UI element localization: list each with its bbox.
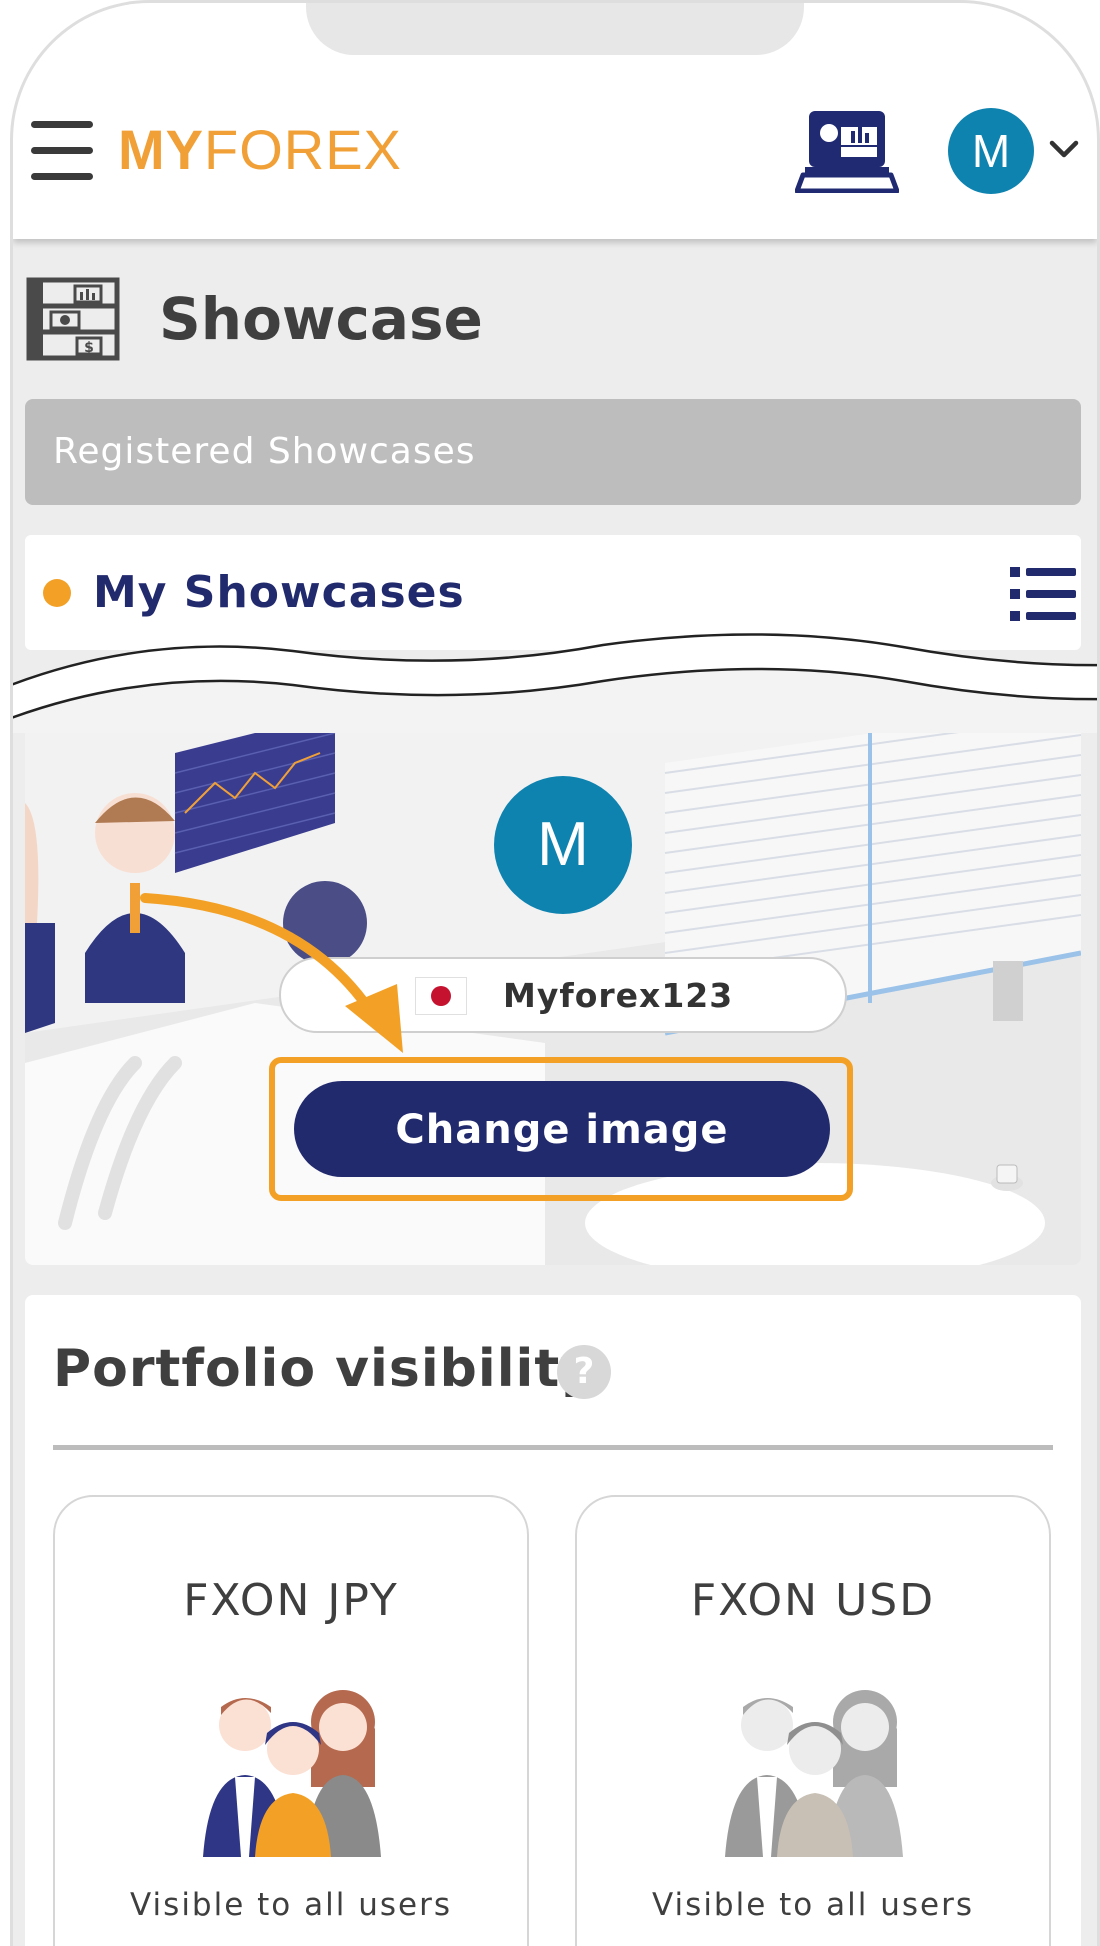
my-showcases-label: My Showcases — [93, 567, 465, 618]
trading-terminal-icon[interactable] — [795, 109, 899, 193]
showcase-shelf-icon: $ — [26, 277, 120, 361]
portfolio-visibility-title: Portfolio visibility — [53, 1339, 596, 1399]
phone-frame: MYFOREX M $ Showcase Registered Showcase… — [10, 0, 1100, 1946]
svg-text:$: $ — [84, 340, 94, 356]
users-group-icon — [203, 1690, 381, 1857]
page-title: Showcase — [159, 285, 483, 353]
help-icon[interactable]: ? — [557, 1345, 611, 1399]
card-title: FXON USD — [690, 1575, 936, 1626]
portfolio-card-fxon-usd[interactable]: FXON USD Visible to all users — [575, 1495, 1051, 1946]
section-divider — [53, 1445, 1053, 1450]
registered-showcases-tab[interactable]: Registered Showcases — [25, 399, 1081, 505]
pointer-arrow-icon — [140, 893, 403, 1053]
username: Myforex123 — [503, 976, 734, 1015]
portfolio-card-fxon-jpy[interactable]: FXON JPY Visible to all users — [53, 1495, 529, 1946]
hamburger-menu-icon[interactable] — [31, 121, 93, 181]
orange-dot-icon — [43, 579, 71, 607]
change-image-button[interactable]: Change image — [294, 1081, 830, 1177]
japan-flag-icon — [415, 977, 467, 1015]
chevron-down-icon[interactable] — [1048, 137, 1080, 161]
profile-avatar[interactable]: M — [494, 776, 632, 914]
list-icon[interactable] — [1010, 565, 1076, 623]
card-title: FXON JPY — [183, 1575, 399, 1626]
card-visibility-text: Visible to all users — [652, 1887, 974, 1923]
page-break-wave — [13, 633, 1097, 733]
phone-notch — [306, 3, 804, 55]
profile-cover-area: M Myforex123 Change image — [25, 703, 1081, 1265]
card-visibility-text: Visible to all users — [130, 1887, 452, 1923]
portfolio-visibility-section: Portfolio visibility ? FXON JPY Visible … — [25, 1295, 1081, 1946]
users-group-icon — [725, 1690, 903, 1857]
user-avatar[interactable]: M — [948, 108, 1034, 194]
myforex-logo[interactable]: MYFOREX — [118, 120, 402, 180]
